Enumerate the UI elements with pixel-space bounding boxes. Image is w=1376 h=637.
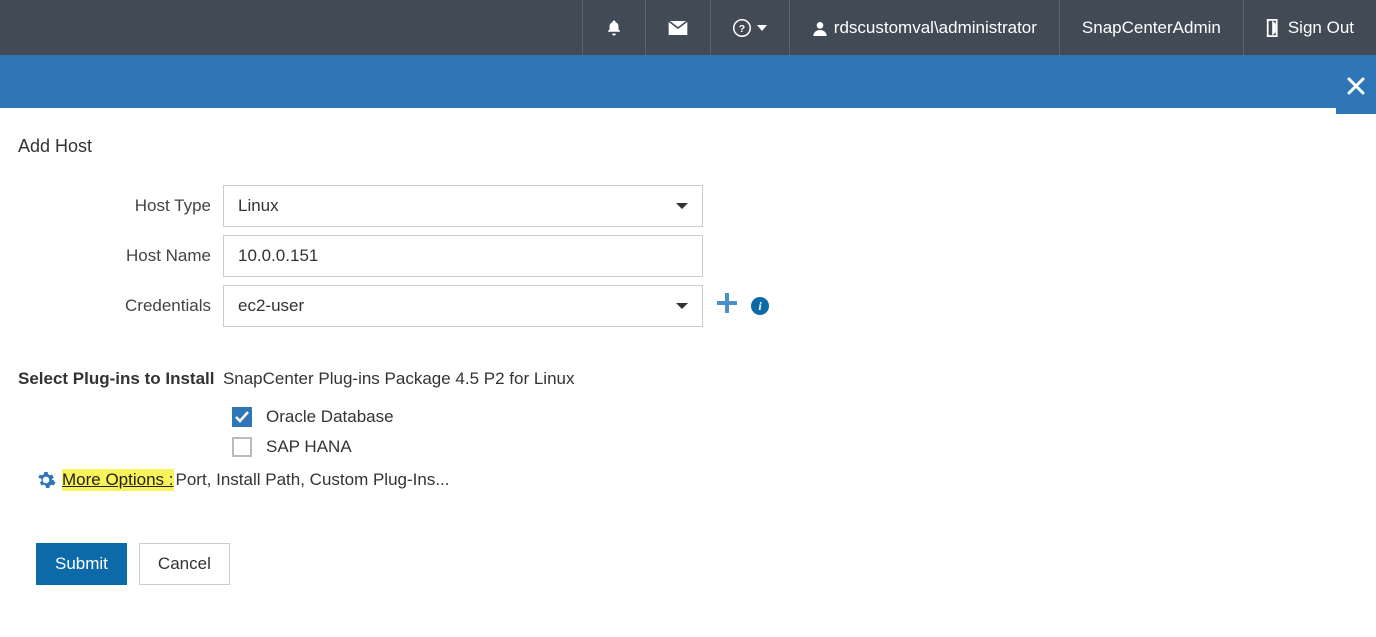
host-name-row: Host Name (18, 235, 1358, 277)
envelope-icon (668, 21, 688, 35)
checkbox-icon (232, 437, 252, 457)
host-type-value: Linux (238, 196, 279, 216)
host-type-select[interactable]: Linux (223, 185, 703, 227)
more-options-link[interactable]: More Options : (62, 469, 174, 491)
host-type-row: Host Type Linux (18, 185, 1358, 227)
add-credential-button[interactable] (717, 293, 737, 319)
checkbox-icon (232, 407, 252, 427)
help-icon: ? (733, 19, 751, 37)
credentials-label: Credentials (18, 296, 223, 316)
username-label: rdscustomval\administrator (834, 18, 1037, 38)
bell-icon (605, 19, 623, 37)
plugin-checkbox-oracle[interactable]: Oracle Database (232, 407, 1358, 427)
plugin-checkbox-saphana[interactable]: SAP HANA (232, 437, 1358, 457)
plugin-label: SAP HANA (266, 437, 352, 457)
role-label-item[interactable]: SnapCenterAdmin (1060, 0, 1244, 55)
top-header: ? rdscustomval\administrator SnapCenterA… (0, 0, 1376, 55)
close-icon (1347, 75, 1365, 101)
panel-header (0, 55, 1376, 108)
credentials-select[interactable]: ec2-user (223, 285, 703, 327)
add-host-form: Add Host Host Type Linux Host Name Crede… (0, 108, 1376, 585)
messages-button[interactable] (646, 0, 711, 55)
host-type-label: Host Type (18, 196, 223, 216)
more-options-row: More Options : Port, Install Path, Custo… (36, 469, 1358, 491)
chevron-down-icon (757, 25, 767, 31)
cancel-button[interactable]: Cancel (139, 543, 230, 585)
chevron-down-icon (676, 203, 688, 209)
gear-icon (36, 470, 56, 490)
info-icon[interactable]: i (751, 297, 769, 315)
host-name-label: Host Name (18, 246, 223, 266)
credentials-row: Credentials ec2-user i (18, 285, 1358, 327)
page-title: Add Host (18, 136, 1358, 157)
plugin-label: Oracle Database (266, 407, 394, 427)
submit-button[interactable]: Submit (36, 543, 127, 585)
more-options-desc: Port, Install Path, Custom Plug-Ins... (176, 470, 450, 490)
plugins-section: Select Plug-ins to Install SnapCenter Pl… (18, 369, 1358, 457)
credentials-value: ec2-user (238, 296, 304, 316)
signout-button[interactable]: Sign Out (1244, 0, 1376, 55)
signout-icon (1266, 19, 1282, 37)
user-menu[interactable]: rdscustomval\administrator (790, 0, 1060, 55)
signout-label: Sign Out (1288, 18, 1354, 38)
plugins-section-subtitle: SnapCenter Plug-ins Package 4.5 P2 for L… (223, 369, 575, 388)
help-dropdown[interactable]: ? (711, 0, 790, 55)
notifications-button[interactable] (582, 0, 646, 55)
button-row: Submit Cancel (36, 543, 1358, 585)
close-button[interactable] (1336, 61, 1376, 114)
plugin-list: Oracle Database SAP HANA (18, 407, 1358, 457)
svg-text:?: ? (739, 22, 745, 34)
host-name-input[interactable] (223, 235, 703, 277)
chevron-down-icon (676, 303, 688, 309)
plugins-section-title: Select Plug-ins to Install (18, 369, 214, 388)
role-label: SnapCenterAdmin (1082, 18, 1221, 38)
user-icon (812, 20, 828, 36)
